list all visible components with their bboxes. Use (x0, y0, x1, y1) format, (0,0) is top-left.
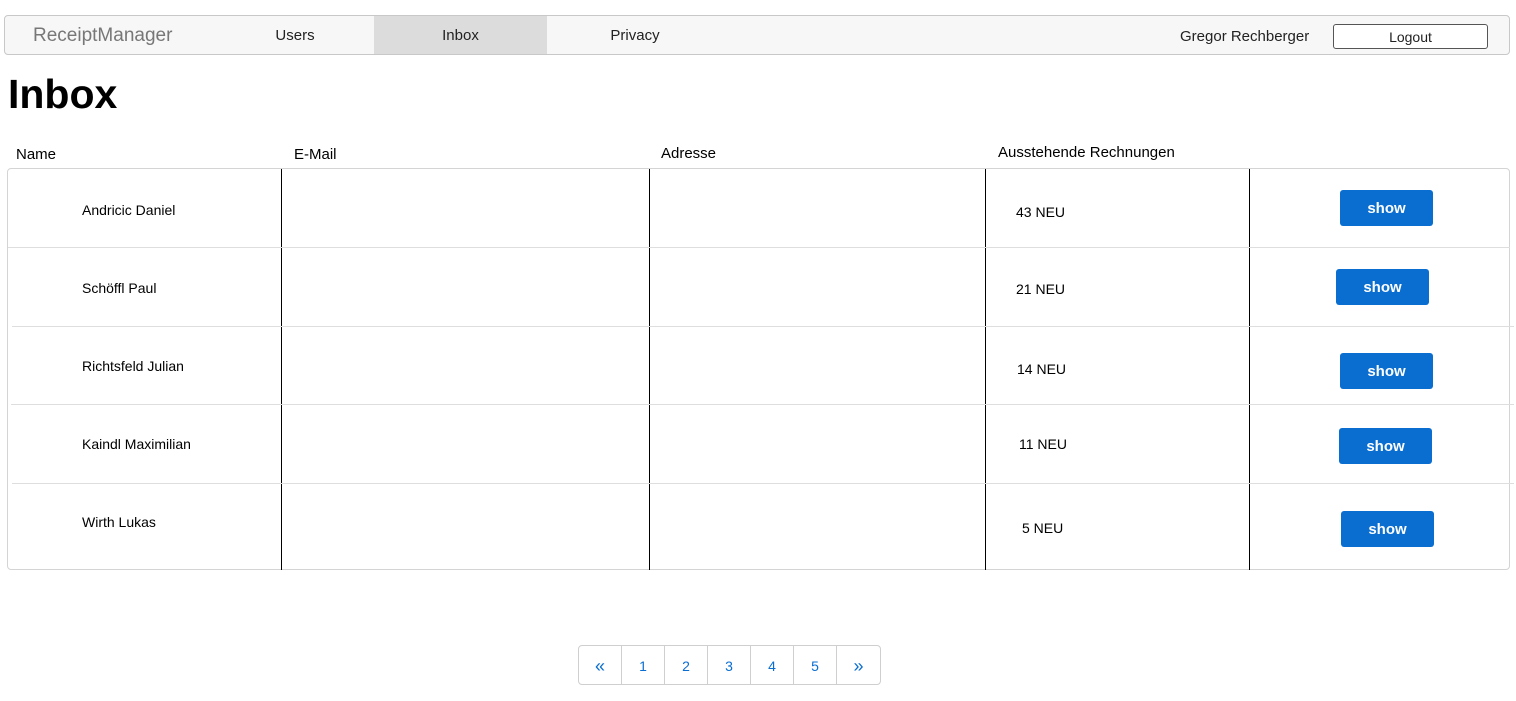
column-divider (281, 169, 282, 570)
row-divider (12, 326, 1514, 327)
inbox-table (7, 168, 1510, 570)
show-button[interactable]: show (1341, 511, 1434, 547)
pagination-page-3[interactable]: 3 (708, 646, 751, 684)
page-title: Inbox (8, 71, 118, 117)
table-cell-name: Andricic Daniel (82, 202, 176, 218)
show-button[interactable]: show (1336, 269, 1429, 305)
nav-item-users[interactable]: Users (220, 16, 370, 54)
row-divider (12, 483, 1514, 484)
row-divider (8, 247, 1510, 248)
table-cell-name: Kaindl Maximilian (82, 436, 191, 452)
column-divider (1249, 169, 1250, 570)
column-header-address: Adresse (661, 145, 717, 162)
top-navbar: ReceiptManager Users Inbox Privacy Grego… (4, 15, 1510, 55)
pagination-page-4[interactable]: 4 (751, 646, 794, 684)
show-button[interactable]: show (1340, 190, 1433, 226)
column-divider (649, 169, 650, 570)
nav-item-inbox[interactable]: Inbox (374, 16, 547, 54)
pagination: « 1 2 3 4 5 » (578, 645, 881, 685)
pagination-next-icon[interactable]: » (837, 646, 880, 684)
pagination-page-5[interactable]: 5 (794, 646, 837, 684)
table-cell-pending: 11 NEU (1019, 436, 1067, 452)
current-user-name: Gregor Rechberger (1180, 28, 1310, 45)
column-header-pending-invoices: Ausstehende Rechnungen (998, 144, 1175, 161)
brand-logo[interactable]: ReceiptManager (33, 25, 172, 47)
row-divider (11, 404, 1514, 405)
pagination-prev-icon[interactable]: « (579, 646, 622, 684)
table-cell-name: Richtsfeld Julian (82, 358, 184, 374)
column-header-name: Name (16, 146, 57, 163)
show-button[interactable]: show (1339, 428, 1432, 464)
nav-item-privacy[interactable]: Privacy (560, 16, 710, 54)
table-cell-name: Wirth Lukas (82, 514, 156, 530)
column-divider (985, 169, 986, 570)
pagination-page-2[interactable]: 2 (665, 646, 708, 684)
table-cell-pending: 14 NEU (1017, 361, 1067, 377)
table-cell-pending: 21 NEU (1016, 281, 1066, 297)
column-header-email: E-Mail (294, 146, 337, 163)
logout-button[interactable]: Logout (1333, 24, 1488, 49)
table-cell-pending: 5 NEU (1022, 520, 1064, 536)
pagination-page-1[interactable]: 1 (622, 646, 665, 684)
show-button[interactable]: show (1340, 353, 1433, 389)
table-cell-name: Schöffl Paul (82, 280, 157, 296)
table-cell-pending: 43 NEU (1016, 204, 1066, 220)
